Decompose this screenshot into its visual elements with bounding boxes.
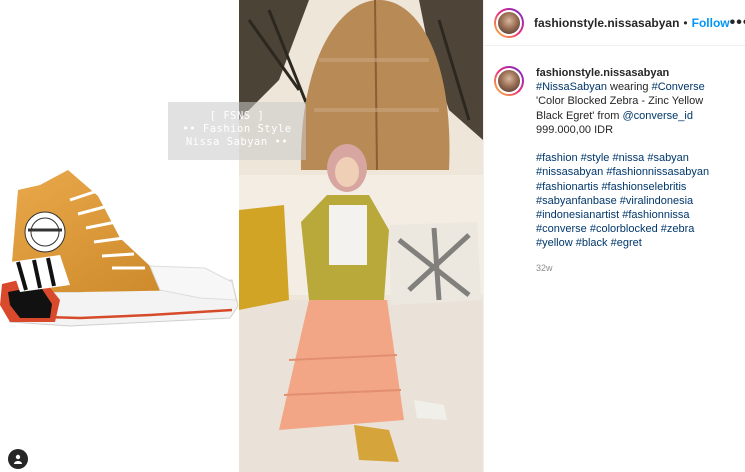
hashtag-link[interactable]: #viralindonesia [620, 195, 693, 207]
model-photo [239, 0, 483, 472]
hashtag-link[interactable]: #sabyanfanbase [536, 195, 617, 207]
watermark-line2: •• Fashion Style [182, 123, 292, 135]
user-tag-icon[interactable] [8, 449, 28, 469]
hashtag-link[interactable]: #nissasabyan [536, 166, 603, 178]
post-photo [239, 0, 483, 472]
caption-username[interactable]: fashionstyle.nissasabyan [536, 67, 669, 79]
hashtag-link[interactable]: #fashionartis [536, 181, 598, 193]
post-header: fashionstyle.nissasabyan • Follow ••• [484, 0, 745, 46]
hashtag-link[interactable]: #indonesianartist [536, 209, 619, 221]
post-sidebar: fashionstyle.nissasabyan • Follow ••• fa… [483, 0, 745, 472]
hashtag-link[interactable]: #NissaSabyan [536, 81, 607, 93]
hashtag-link[interactable]: #converse [536, 223, 587, 235]
caption-text-1: wearing [606, 81, 652, 94]
hashtag-link[interactable]: #style [581, 152, 610, 164]
hashtag-link[interactable]: #black [576, 237, 608, 249]
hashtag-link[interactable]: #egret [611, 237, 642, 249]
caption-text: fashionstyle.nissasabyan #NissaSabyan we… [536, 66, 726, 251]
avatar[interactable] [494, 7, 524, 38]
hashtag-link[interactable]: #fashionnissasabyan [606, 166, 709, 178]
hashtag-link[interactable]: #colorblocked [590, 223, 658, 235]
hashtag-link[interactable]: #sabyan [647, 152, 689, 164]
hashtag-link[interactable]: #nissa [612, 152, 644, 164]
watermark-line1: [ FSNS ] [209, 110, 265, 122]
caption-block: fashionstyle.nissasabyan #NissaSabyan we… [484, 46, 745, 273]
hashtag-link[interactable]: #fashion [536, 152, 578, 164]
post-media[interactable]: [ FSNS ] •• Fashion Style Nissa Sabyan •… [0, 0, 483, 472]
hashtag-link[interactable]: #fashionnissa [622, 209, 689, 221]
more-options-icon[interactable]: ••• [730, 14, 745, 32]
separator-dot: • [683, 15, 688, 30]
post-timestamp[interactable]: 32w [536, 263, 726, 273]
caption-price: 999.000,00 IDR [536, 123, 614, 136]
watermark-label: [ FSNS ] •• Fashion Style Nissa Sabyan •… [168, 102, 306, 160]
sneaker-image [0, 170, 239, 327]
watermark-line3: Nissa Sabyan •• [185, 136, 289, 148]
hashtag-link[interactable]: #yellow [536, 237, 573, 249]
username-link[interactable]: fashionstyle.nissasabyan [534, 16, 679, 30]
person-icon [14, 454, 22, 464]
mention-link[interactable]: @converse_id [622, 110, 692, 122]
hashtag-link[interactable]: #Converse [652, 81, 705, 93]
hashtag-link[interactable]: #zebra [661, 223, 695, 235]
hashtag-list: #fashion #style #nissa #sabyan #nissasab… [536, 152, 709, 249]
follow-button[interactable]: Follow [692, 16, 730, 30]
caption-avatar[interactable] [494, 66, 524, 96]
hashtag-link[interactable]: #fashionselebritis [601, 181, 686, 193]
